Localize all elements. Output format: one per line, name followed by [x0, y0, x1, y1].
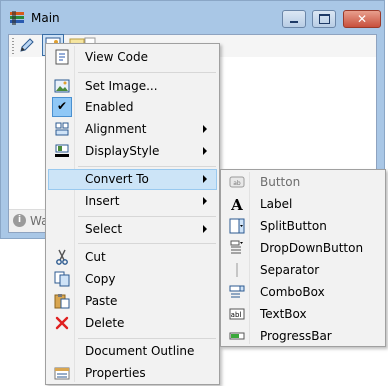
submenu-arrow-icon: [203, 175, 207, 183]
submenu-arrow-icon: [203, 225, 207, 233]
menu-item-label: Convert To: [85, 172, 149, 186]
check-icon: ✔: [57, 99, 68, 113]
submenu-item-button[interactable]: ab Button: [223, 172, 383, 193]
split-button-icon: [229, 218, 245, 234]
svg-text:abl: abl: [231, 311, 242, 319]
code-file-icon: [55, 49, 69, 65]
minimize-button[interactable]: [282, 10, 306, 28]
menu-separator: [78, 338, 216, 339]
menu-item-convert-to[interactable]: Convert To: [48, 169, 217, 190]
checked-indicator: ✔: [52, 97, 72, 117]
menu-item-copy[interactable]: Copy: [48, 269, 217, 290]
separator-icon: [236, 263, 238, 277]
maximize-button[interactable]: [312, 10, 336, 28]
menu-item-label: Copy: [85, 272, 116, 286]
submenu-item-label: Separator: [260, 263, 320, 277]
submenu-item-label: TextBox: [260, 307, 307, 321]
menu-item-view-code[interactable]: View Code: [48, 47, 217, 68]
submenu-arrow-icon: [203, 197, 207, 205]
menu-item-label: View Code: [85, 50, 149, 64]
menu-separator: [78, 166, 216, 167]
menu-item-label: Enabled: [85, 100, 134, 114]
toolstrip-grip-icon[interactable]: [12, 38, 14, 54]
menu-separator: [78, 72, 216, 73]
menu-item-set-image[interactable]: Set Image...: [48, 76, 217, 97]
submenu-item-label: ProgressBar: [260, 329, 332, 343]
menu-item-label: Properties: [85, 366, 146, 380]
submenu-item-dropdownbutton[interactable]: DropDownButton: [223, 238, 383, 259]
menu-item-insert[interactable]: Insert: [48, 191, 217, 212]
label-icon: A: [230, 196, 243, 212]
menu-item-label: Paste: [85, 294, 118, 308]
menu-item-enabled[interactable]: ✔ Enabled: [48, 97, 217, 118]
submenu-arrow-icon: [203, 147, 207, 155]
minimize-icon: [290, 21, 298, 23]
display-style-icon: [55, 144, 69, 157]
image-icon: [54, 79, 70, 93]
submenu-item-label: Button: [260, 175, 301, 189]
properties-icon: [54, 367, 70, 380]
menu-item-label: DisplayStyle: [85, 144, 160, 158]
menu-separator: [78, 243, 216, 244]
window-title: Main: [31, 11, 60, 25]
menu-item-label: Alignment: [85, 122, 147, 136]
submenu-item-combobox[interactable]: ComboBox: [223, 282, 383, 303]
menu-item-label: Document Outline: [85, 344, 195, 358]
close-button[interactable]: ✕: [343, 10, 381, 28]
title-bar[interactable]: Main ✕: [1, 1, 384, 35]
menu-item-cut[interactable]: Cut: [48, 247, 217, 268]
submenu-item-label: Label: [260, 197, 293, 211]
progressbar-icon: [229, 332, 245, 340]
close-icon: ✕: [356, 12, 368, 26]
submenu-item-separator[interactable]: Separator: [223, 260, 383, 281]
menu-item-paste[interactable]: Paste: [48, 291, 217, 312]
maximize-icon: [318, 14, 330, 24]
menu-item-document-outline[interactable]: Document Outline: [48, 341, 217, 362]
svg-text:A: A: [230, 196, 243, 212]
submenu-item-label: ComboBox: [260, 285, 325, 299]
scissors-icon: [56, 249, 68, 265]
svg-text:ab: ab: [233, 180, 241, 187]
paste-icon: [54, 294, 70, 309]
menu-item-displaystyle[interactable]: DisplayStyle: [48, 141, 217, 162]
submenu-item-label-control[interactable]: A Label: [223, 194, 383, 215]
info-icon: i: [13, 214, 26, 227]
convert-to-submenu: ab Button A Label SplitButton DropDownBu…: [220, 169, 386, 347]
menu-item-alignment[interactable]: Alignment: [48, 119, 217, 140]
menu-item-properties[interactable]: Properties: [48, 363, 217, 384]
menu-item-label: Select: [85, 222, 123, 236]
context-menu: View Code Set Image... ✔ Enabled Alignme…: [45, 43, 220, 385]
pencil-icon[interactable]: [19, 37, 35, 53]
submenu-item-label: SplitButton: [260, 219, 327, 233]
textbox-icon: abl: [229, 308, 245, 320]
menu-item-delete[interactable]: Delete: [48, 313, 217, 334]
submenu-arrow-icon: [203, 125, 207, 133]
alignment-icon: [55, 122, 69, 136]
submenu-item-splitbutton[interactable]: SplitButton: [223, 216, 383, 237]
menu-item-label: Set Image...: [85, 79, 158, 93]
menu-item-label: Cut: [85, 250, 106, 264]
delete-icon: [55, 316, 69, 330]
menu-item-label: Delete: [85, 316, 125, 330]
app-icon: [10, 11, 24, 25]
submenu-item-progressbar[interactable]: ProgressBar: [223, 326, 383, 347]
menu-item-select[interactable]: Select: [48, 219, 217, 240]
copy-icon: [54, 271, 70, 287]
menu-separator: [78, 216, 216, 217]
button-icon: ab: [229, 176, 245, 188]
dropdown-button-icon: [230, 240, 243, 254]
menu-item-label: Insert: [85, 194, 120, 208]
combobox-icon: [229, 285, 245, 298]
submenu-item-textbox[interactable]: abl TextBox: [223, 304, 383, 325]
submenu-item-label: DropDownButton: [260, 241, 364, 255]
